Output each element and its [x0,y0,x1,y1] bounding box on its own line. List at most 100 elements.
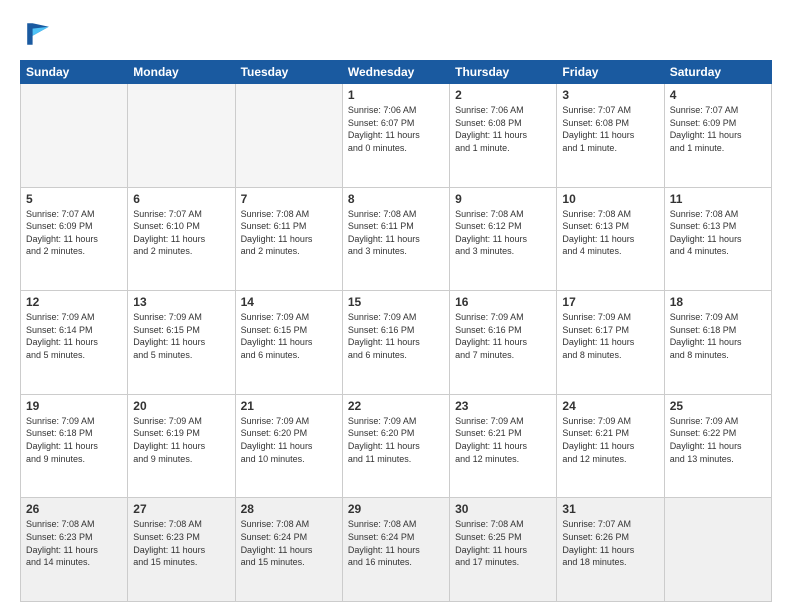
calendar-cell: 11Sunrise: 7:08 AM Sunset: 6:13 PM Dayli… [664,187,771,291]
day-info: Sunrise: 7:09 AM Sunset: 6:16 PM Dayligh… [348,311,444,361]
calendar-cell: 3 Sunrise: 7:07 AM Sunset: 6:08 PM Daylig… [557,84,664,188]
col-header-monday: Monday [128,61,235,84]
day-info: Sunrise: 7:07 AM Sunset: 6:09 PM Dayligh… [670,104,766,154]
day-number: 26 [26,502,122,516]
day-info: Sunrise: 7:07 AM Sunset: 6:26 PM Dayligh… [562,518,658,568]
day-number: 29 [348,502,444,516]
calendar-cell: 30 Sunrise: 7:08 AM Sunset: 6:25 PM Dayli… [450,498,557,602]
calendar-cell: 24 Sunrise: 7:09 AM Sunset: 6:21 PM Dayli… [557,394,664,498]
day-number: 22 [348,399,444,413]
day-number: 21 [241,399,337,413]
day-info: Sunrise: 7:08 AM Sunset: 6:11 PM Dayligh… [348,208,444,258]
calendar-cell: 12 Sunrise: 7:09 AM Sunset: 6:14 PM Dayli… [21,291,128,395]
day-number: 12 [26,295,122,309]
calendar-cell: 27 Sunrise: 7:08 AM Sunset: 6:23 PM Dayli… [128,498,235,602]
calendar-cell: 31 Sunrise: 7:07 AM Sunset: 6:26 PM Dayli… [557,498,664,602]
day-info: Sunrise: 7:07 AM Sunset: 6:09 PM Dayligh… [26,208,122,258]
calendar-cell: 25 Sunrise: 7:09 AM Sunset: 6:22 PM Dayli… [664,394,771,498]
col-header-wednesday: Wednesday [342,61,449,84]
day-info: Sunrise: 7:07 AM Sunset: 6:10 PM Dayligh… [133,208,229,258]
day-number: 13 [133,295,229,309]
calendar-cell [128,84,235,188]
day-number: 1 [348,88,444,102]
calendar-cell: 5Sunrise: 7:07 AM Sunset: 6:09 PM Daylig… [21,187,128,291]
day-info: Sunrise: 7:09 AM Sunset: 6:15 PM Dayligh… [133,311,229,361]
day-number: 23 [455,399,551,413]
day-info: Sunrise: 7:09 AM Sunset: 6:22 PM Dayligh… [670,415,766,465]
calendar-cell: 21 Sunrise: 7:09 AM Sunset: 6:20 PM Dayli… [235,394,342,498]
day-number: 17 [562,295,658,309]
day-info: Sunrise: 7:06 AM Sunset: 6:07 PM Dayligh… [348,104,444,154]
calendar-cell: 29 Sunrise: 7:08 AM Sunset: 6:24 PM Dayli… [342,498,449,602]
day-info: Sunrise: 7:06 AM Sunset: 6:08 PM Dayligh… [455,104,551,154]
col-header-sunday: Sunday [21,61,128,84]
day-number: 30 [455,502,551,516]
day-number: 15 [348,295,444,309]
day-info: Sunrise: 7:08 AM Sunset: 6:12 PM Dayligh… [455,208,551,258]
calendar-week-1: 1 Sunrise: 7:06 AM Sunset: 6:07 PM Daylig… [21,84,772,188]
calendar-cell: 22 Sunrise: 7:09 AM Sunset: 6:20 PM Dayli… [342,394,449,498]
day-info: Sunrise: 7:09 AM Sunset: 6:19 PM Dayligh… [133,415,229,465]
col-header-tuesday: Tuesday [235,61,342,84]
col-header-saturday: Saturday [664,61,771,84]
day-info: Sunrise: 7:09 AM Sunset: 6:16 PM Dayligh… [455,311,551,361]
calendar-cell [21,84,128,188]
day-number: 14 [241,295,337,309]
day-info: Sunrise: 7:09 AM Sunset: 6:17 PM Dayligh… [562,311,658,361]
logo-icon [20,16,56,52]
day-info: Sunrise: 7:08 AM Sunset: 6:23 PM Dayligh… [26,518,122,568]
day-info: Sunrise: 7:08 AM Sunset: 6:24 PM Dayligh… [348,518,444,568]
day-info: Sunrise: 7:09 AM Sunset: 6:14 PM Dayligh… [26,311,122,361]
day-info: Sunrise: 7:09 AM Sunset: 6:21 PM Dayligh… [455,415,551,465]
day-info: Sunrise: 7:09 AM Sunset: 6:20 PM Dayligh… [348,415,444,465]
calendar-cell: 1 Sunrise: 7:06 AM Sunset: 6:07 PM Daylig… [342,84,449,188]
day-info: Sunrise: 7:08 AM Sunset: 6:24 PM Dayligh… [241,518,337,568]
calendar-cell: 13 Sunrise: 7:09 AM Sunset: 6:15 PM Dayli… [128,291,235,395]
calendar: SundayMondayTuesdayWednesdayThursdayFrid… [20,60,772,602]
day-number: 19 [26,399,122,413]
day-info: Sunrise: 7:09 AM Sunset: 6:15 PM Dayligh… [241,311,337,361]
day-info: Sunrise: 7:08 AM Sunset: 6:13 PM Dayligh… [562,208,658,258]
calendar-cell: 15 Sunrise: 7:09 AM Sunset: 6:16 PM Dayli… [342,291,449,395]
day-number: 27 [133,502,229,516]
day-info: Sunrise: 7:07 AM Sunset: 6:08 PM Dayligh… [562,104,658,154]
day-number: 31 [562,502,658,516]
day-number: 28 [241,502,337,516]
day-number: 7 [241,192,337,206]
calendar-cell: 26 Sunrise: 7:08 AM Sunset: 6:23 PM Dayli… [21,498,128,602]
calendar-cell: 4Sunrise: 7:07 AM Sunset: 6:09 PM Daylig… [664,84,771,188]
calendar-cell: 7Sunrise: 7:08 AM Sunset: 6:11 PM Daylig… [235,187,342,291]
day-info: Sunrise: 7:09 AM Sunset: 6:20 PM Dayligh… [241,415,337,465]
header [20,16,772,52]
calendar-cell: 18Sunrise: 7:09 AM Sunset: 6:18 PM Dayli… [664,291,771,395]
day-number: 9 [455,192,551,206]
day-number: 24 [562,399,658,413]
day-info: Sunrise: 7:09 AM Sunset: 6:18 PM Dayligh… [670,311,766,361]
day-number: 8 [348,192,444,206]
calendar-cell: 14 Sunrise: 7:09 AM Sunset: 6:15 PM Dayli… [235,291,342,395]
page: SundayMondayTuesdayWednesdayThursdayFrid… [0,0,792,612]
col-header-thursday: Thursday [450,61,557,84]
day-info: Sunrise: 7:09 AM Sunset: 6:18 PM Dayligh… [26,415,122,465]
day-number: 6 [133,192,229,206]
day-info: Sunrise: 7:08 AM Sunset: 6:25 PM Dayligh… [455,518,551,568]
day-number: 3 [562,88,658,102]
calendar-cell: 9 Sunrise: 7:08 AM Sunset: 6:12 PM Daylig… [450,187,557,291]
calendar-cell: 20 Sunrise: 7:09 AM Sunset: 6:19 PM Dayli… [128,394,235,498]
calendar-cell: 10 Sunrise: 7:08 AM Sunset: 6:13 PM Dayli… [557,187,664,291]
day-number: 25 [670,399,766,413]
day-number: 2 [455,88,551,102]
calendar-cell: 28 Sunrise: 7:08 AM Sunset: 6:24 PM Dayli… [235,498,342,602]
day-number: 16 [455,295,551,309]
logo [20,16,58,52]
calendar-cell: 16 Sunrise: 7:09 AM Sunset: 6:16 PM Dayli… [450,291,557,395]
day-number: 20 [133,399,229,413]
calendar-week-3: 12 Sunrise: 7:09 AM Sunset: 6:14 PM Dayli… [21,291,772,395]
calendar-cell [664,498,771,602]
day-number: 11 [670,192,766,206]
day-info: Sunrise: 7:08 AM Sunset: 6:23 PM Dayligh… [133,518,229,568]
col-header-friday: Friday [557,61,664,84]
day-info: Sunrise: 7:09 AM Sunset: 6:21 PM Dayligh… [562,415,658,465]
day-number: 10 [562,192,658,206]
calendar-cell: 6 Sunrise: 7:07 AM Sunset: 6:10 PM Daylig… [128,187,235,291]
